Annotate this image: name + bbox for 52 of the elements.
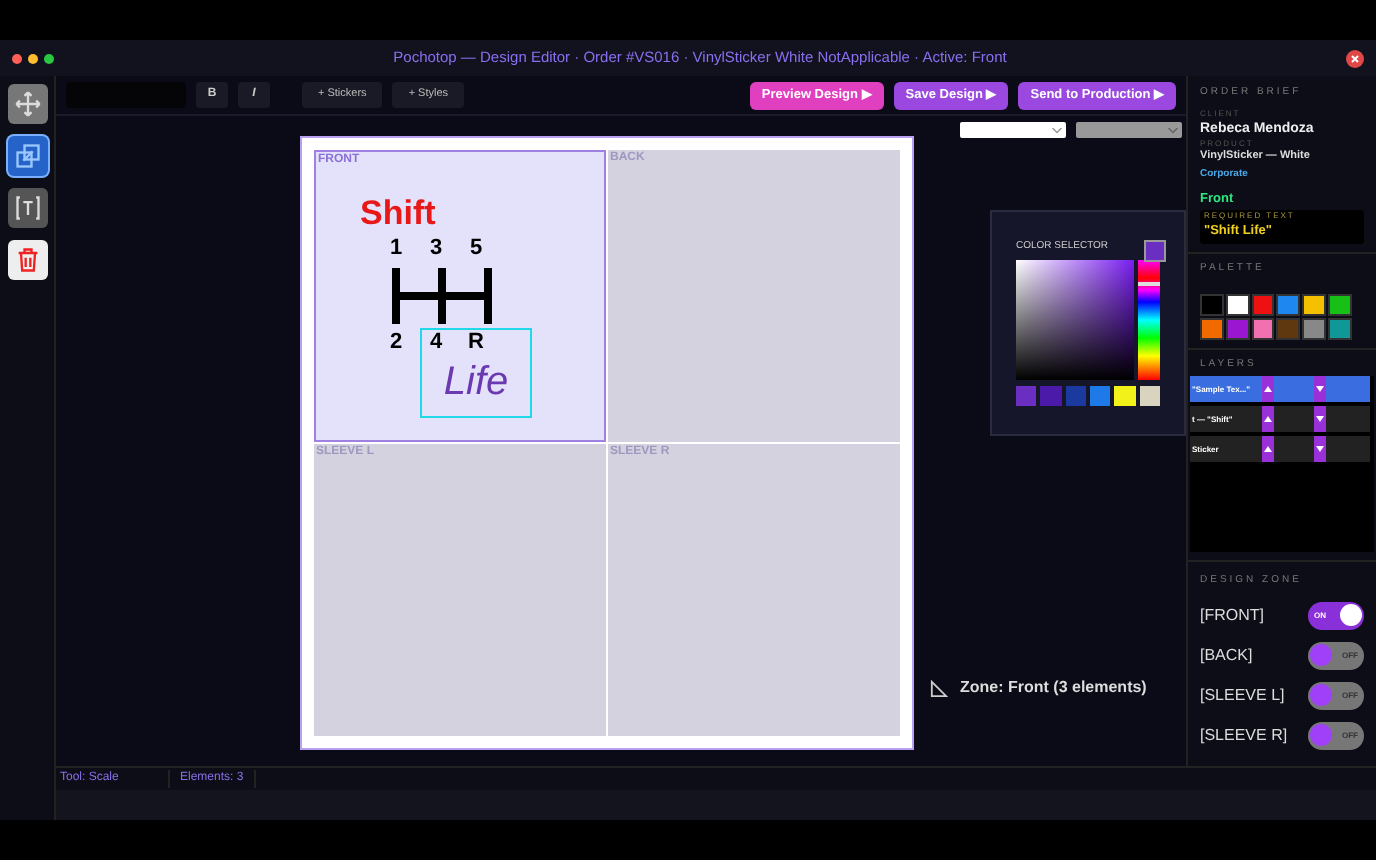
palette-swatch[interactable]	[1302, 293, 1327, 316]
palette-swatch[interactable]	[1302, 317, 1327, 340]
tool-button[interactable]	[7, 84, 47, 124]
hue-slider[interactable]	[1138, 259, 1160, 379]
move-up-icon[interactable]	[1262, 406, 1274, 433]
zone-toggle-label: [SLEEVE R]	[1200, 723, 1288, 748]
tool-button[interactable]	[7, 240, 47, 280]
move-up-icon[interactable]	[1262, 376, 1274, 403]
gear-number: 1	[388, 238, 404, 260]
zone-toggle-label: [FRONT]	[1200, 603, 1264, 628]
hue-thumb[interactable]	[1138, 282, 1160, 287]
move-down-icon[interactable]	[1314, 406, 1326, 433]
caret-icon	[1052, 127, 1062, 133]
move-up-icon[interactable]	[1262, 436, 1274, 463]
palette-swatch[interactable]	[1200, 293, 1224, 316]
gear-number: 5	[468, 238, 484, 260]
gear-number: 4	[428, 332, 444, 354]
caret-icon	[1168, 127, 1178, 133]
text-tool-icon	[13, 194, 41, 222]
tool-button[interactable]	[7, 188, 47, 228]
palette-swatch[interactable]	[1225, 317, 1250, 340]
close-icon[interactable]	[1346, 49, 1364, 67]
palette-swatch[interactable]	[1200, 317, 1224, 340]
palette-swatch[interactable]	[1225, 293, 1250, 316]
palette-swatch[interactable]	[1328, 293, 1352, 316]
color-swatch[interactable]	[1089, 385, 1111, 405]
color-gradient[interactable]	[1016, 259, 1134, 379]
trash-icon	[13, 246, 41, 274]
zone-toggle-label: [BACK]	[1200, 643, 1253, 668]
color-swatch[interactable]	[1016, 385, 1037, 405]
color-swatch[interactable]	[1040, 385, 1062, 405]
move-icon	[13, 90, 41, 118]
move-down-icon[interactable]	[1314, 436, 1326, 463]
life-text: Life	[443, 357, 509, 407]
shift-pattern-drawing	[390, 264, 494, 328]
ruler-icon	[930, 679, 948, 697]
zone-toggle-label: [SLEEVE L]	[1200, 683, 1285, 708]
zone-info: Zone: Front (3 elements)	[960, 676, 1147, 700]
palette-swatch[interactable]	[1251, 317, 1275, 340]
resize-icon	[13, 142, 41, 170]
palette-swatch[interactable]	[1251, 293, 1275, 316]
palette-swatch[interactable]	[1328, 317, 1352, 340]
color-swatch[interactable]	[1139, 385, 1160, 405]
gear-number: 2	[388, 332, 404, 354]
gear-number: 3	[428, 238, 444, 260]
palette-swatch[interactable]	[1276, 293, 1301, 316]
shift-text[interactable]: Shift	[360, 196, 436, 230]
gear-number: R	[468, 332, 484, 354]
color-swatch[interactable]	[1114, 385, 1136, 405]
move-down-icon[interactable]	[1314, 376, 1326, 403]
palette-swatch[interactable]	[1276, 317, 1301, 340]
color-swatch[interactable]	[1065, 385, 1086, 405]
